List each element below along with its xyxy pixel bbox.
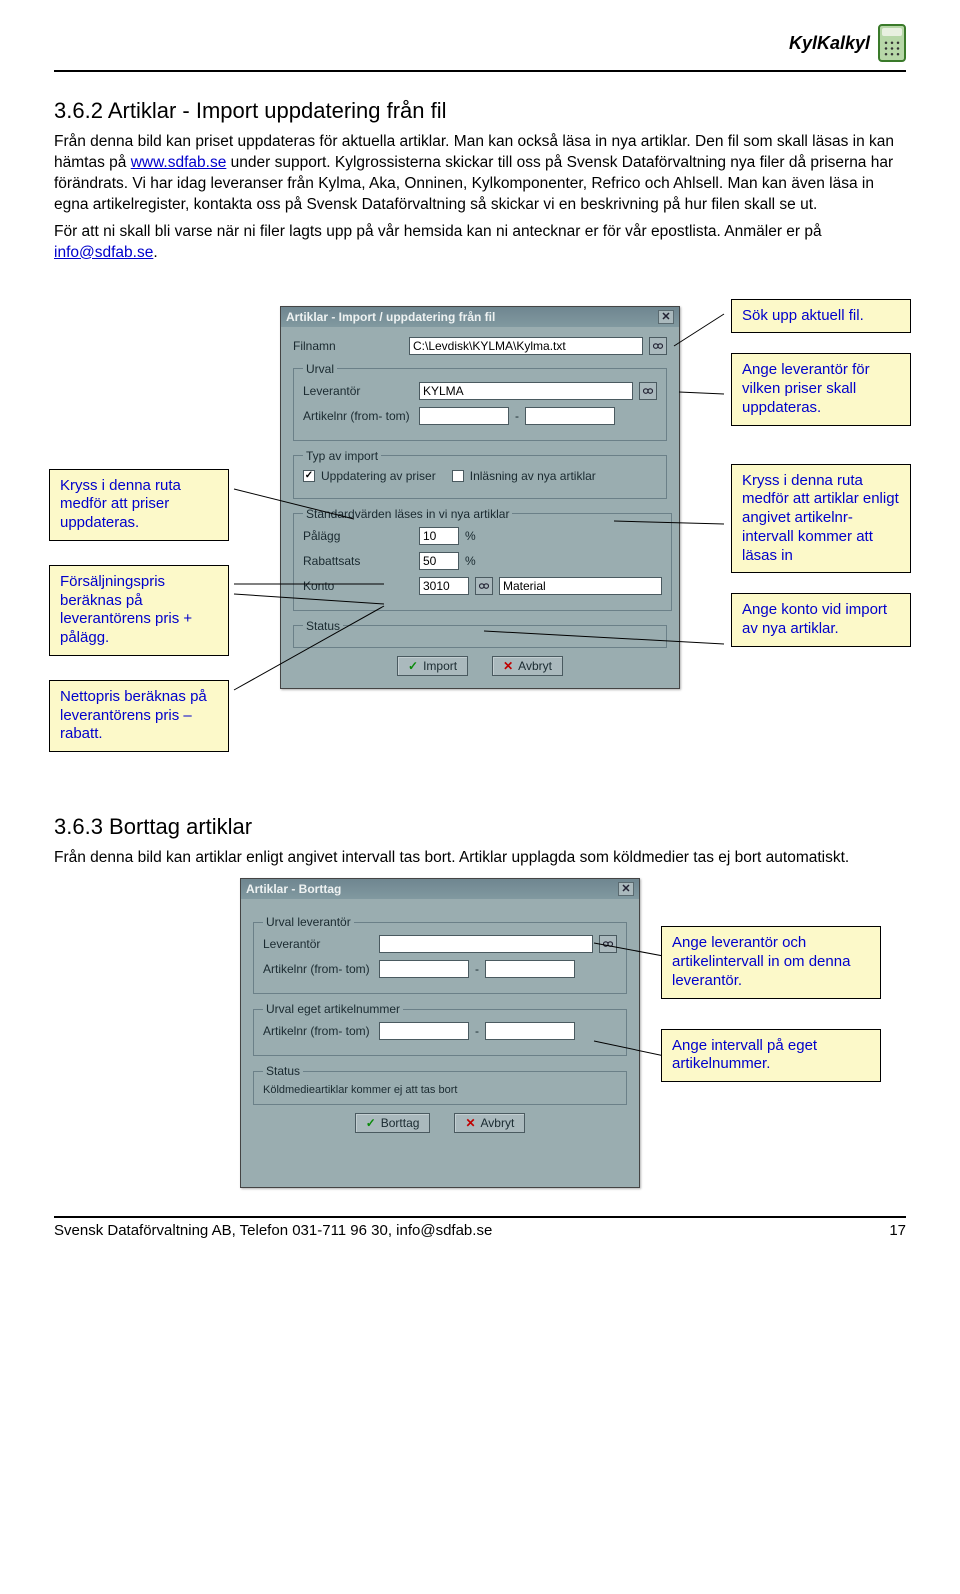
label-palagg: Pålägg bbox=[303, 529, 413, 543]
legend-status2: Status bbox=[263, 1064, 303, 1078]
input-lev2[interactable] bbox=[379, 935, 593, 953]
borttag-label: Borttag bbox=[381, 1116, 420, 1130]
status-text: Köldmedieartiklar kommer ej att tas bort bbox=[263, 1084, 617, 1096]
label-cb2: Inläsning av nya artiklar bbox=[470, 469, 596, 483]
callout2-1: Ange leverantör och artikelintervall in … bbox=[661, 926, 881, 998]
brand-title: KylKalkyl bbox=[789, 33, 870, 54]
cancel-icon: ✕ bbox=[503, 659, 513, 673]
paragraph-3: Från denna bild kan artiklar enligt angi… bbox=[54, 848, 906, 869]
p2a: För att ni skall bli varse när ni filer … bbox=[54, 223, 822, 240]
group-standard: Standardvärden läses in vi nya artiklar … bbox=[293, 507, 672, 611]
window-title-text-2: Artiklar - Borttag bbox=[246, 882, 341, 896]
avbryt-button-2[interactable]: ✕ Avbryt bbox=[454, 1113, 525, 1133]
import-label: Import bbox=[423, 659, 457, 673]
section-title-2: 3.6.3 Borttag artiklar bbox=[54, 814, 906, 840]
callout-right-4: Ange konto vid import av nya artiklar. bbox=[731, 593, 911, 647]
window-titlebar: Artiklar - Import / uppdatering från fil… bbox=[281, 307, 679, 327]
callout-left-1: Kryss i denna ruta medför att priser upp… bbox=[49, 469, 229, 541]
input-rabatt[interactable] bbox=[419, 552, 459, 570]
callout-left-2: Försäljningspris beräknas på leverantöre… bbox=[49, 565, 229, 656]
legend-standard: Standardvärden läses in vi nya artiklar bbox=[303, 507, 512, 521]
legend-urval-eget: Urval eget artikelnummer bbox=[263, 1002, 403, 1016]
label-konto: Konto bbox=[303, 579, 413, 593]
binocular-icon[interactable] bbox=[649, 337, 667, 355]
paragraph-1: Från denna bild kan priset uppdateras fö… bbox=[54, 132, 906, 216]
import-button[interactable]: ✓ Import bbox=[397, 656, 468, 676]
avbryt-label-2: Avbryt bbox=[481, 1116, 515, 1130]
pct-1: % bbox=[465, 529, 476, 543]
avbryt-button[interactable]: ✕ Avbryt bbox=[492, 656, 563, 676]
section-title-1: 3.6.2 Artiklar - Import uppdatering från… bbox=[54, 98, 906, 124]
label-artnr3: Artikelnr (from- tom) bbox=[263, 1024, 373, 1038]
window-import: Artiklar - Import / uppdatering från fil… bbox=[280, 306, 680, 689]
input-artnr2-tom[interactable] bbox=[485, 960, 575, 978]
link-sdfab[interactable]: www.sdfab.se bbox=[131, 154, 227, 171]
paragraph-2: För att ni skall bli varse när ni filer … bbox=[54, 222, 906, 264]
label-lev2: Leverantör bbox=[263, 937, 373, 951]
window-borttag: Artiklar - Borttag ✕ Urval leverantör Le… bbox=[240, 878, 640, 1188]
legend-typ: Typ av import bbox=[303, 449, 381, 463]
dash: - bbox=[515, 409, 519, 423]
group-status: Status bbox=[293, 619, 667, 648]
group-status2: Status Köldmedieartiklar kommer ej att t… bbox=[253, 1064, 627, 1105]
legend-status: Status bbox=[303, 619, 343, 633]
input-palagg[interactable] bbox=[419, 527, 459, 545]
pct-2: % bbox=[465, 554, 476, 568]
dash2: - bbox=[475, 962, 479, 976]
binocular-icon[interactable] bbox=[599, 935, 617, 953]
legend-urval-lev: Urval leverantör bbox=[263, 915, 354, 929]
close-icon[interactable]: ✕ bbox=[658, 310, 674, 324]
callout-right-1: Sök upp aktuell fil. bbox=[731, 299, 911, 334]
input-filnamn[interactable] bbox=[409, 337, 643, 355]
borttag-button[interactable]: ✓ Borttag bbox=[355, 1113, 431, 1133]
input-artnr2-from[interactable] bbox=[379, 960, 469, 978]
label-filnamn: Filnamn bbox=[293, 339, 403, 353]
checkbox-inlasning[interactable] bbox=[452, 470, 464, 482]
label-artnr: Artikelnr (from- tom) bbox=[303, 409, 413, 423]
callout-right-2: Ange leverantör för vilken priser skall … bbox=[731, 353, 911, 425]
check-icon: ✓ bbox=[366, 1116, 376, 1130]
footer-left: Svensk Dataförvaltning AB, Telefon 031-7… bbox=[54, 1222, 492, 1239]
label-leverantor: Leverantör bbox=[303, 384, 413, 398]
callout2-2: Ange intervall på eget artikelnummer. bbox=[661, 1029, 881, 1083]
input-artnr3-from[interactable] bbox=[379, 1022, 469, 1040]
group-urval-eget: Urval eget artikelnummer Artikelnr (from… bbox=[253, 1002, 627, 1056]
avbryt-label: Avbryt bbox=[518, 659, 552, 673]
binocular-icon[interactable] bbox=[639, 382, 657, 400]
label-rabatt: Rabattsats bbox=[303, 554, 413, 568]
check-icon: ✓ bbox=[408, 659, 418, 673]
input-artnr3-tom[interactable] bbox=[485, 1022, 575, 1040]
cancel-icon: ✕ bbox=[465, 1116, 475, 1130]
input-artnr-tom[interactable] bbox=[525, 407, 615, 425]
dash3: - bbox=[475, 1024, 479, 1038]
callout-left-3: Nettopris beräknas på leverantörens pris… bbox=[49, 680, 229, 752]
binocular-icon[interactable] bbox=[475, 577, 493, 595]
input-artnr-from[interactable] bbox=[419, 407, 509, 425]
input-konto-name[interactable] bbox=[499, 577, 662, 595]
calculator-icon bbox=[878, 24, 906, 62]
group-urval-lev: Urval leverantör Leverantör Artikelnr (f… bbox=[253, 915, 627, 994]
group-urval: Urval Leverantör Artikelnr (from- tom) - bbox=[293, 362, 667, 441]
page-number: 17 bbox=[889, 1222, 906, 1239]
close-icon[interactable]: ✕ bbox=[618, 882, 634, 896]
link-email[interactable]: info@sdfab.se bbox=[54, 244, 153, 261]
input-leverantor[interactable] bbox=[419, 382, 633, 400]
input-konto[interactable] bbox=[419, 577, 469, 595]
callout-right-3: Kryss i denna ruta medför att artiklar e… bbox=[731, 464, 911, 574]
checkbox-uppdatering[interactable] bbox=[303, 470, 315, 482]
p2b: . bbox=[153, 244, 157, 261]
window-titlebar-2: Artiklar - Borttag ✕ bbox=[241, 879, 639, 899]
label-cb1: Uppdatering av priser bbox=[321, 469, 436, 483]
window-title-text: Artiklar - Import / uppdatering från fil bbox=[286, 310, 495, 324]
legend-urval: Urval bbox=[303, 362, 337, 376]
group-typ-import: Typ av import Uppdatering av priser Inlä… bbox=[293, 449, 667, 499]
header-divider bbox=[54, 70, 906, 72]
label-artnr2: Artikelnr (from- tom) bbox=[263, 962, 373, 976]
